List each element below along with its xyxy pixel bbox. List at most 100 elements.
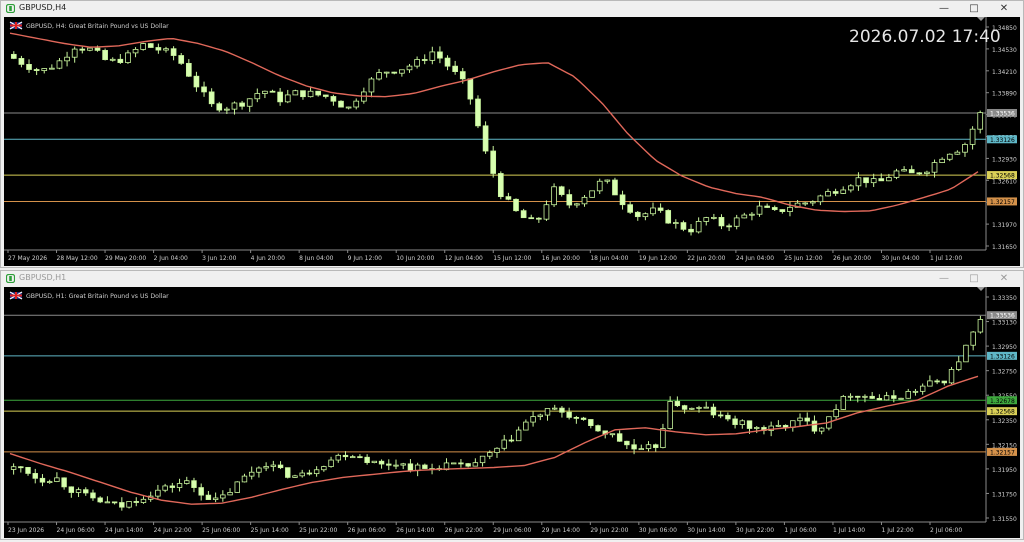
candle bbox=[322, 94, 329, 97]
candle bbox=[191, 480, 197, 488]
candle bbox=[391, 71, 398, 74]
candle bbox=[256, 467, 262, 473]
window-title: GBPUSD,H4 bbox=[19, 3, 67, 12]
candle bbox=[711, 217, 717, 219]
candle bbox=[695, 221, 702, 233]
candle bbox=[818, 427, 825, 432]
candle bbox=[328, 459, 334, 467]
candle bbox=[487, 452, 493, 457]
candle bbox=[338, 100, 344, 108]
candle bbox=[32, 473, 38, 479]
candle bbox=[132, 49, 139, 54]
candle bbox=[931, 162, 938, 173]
moving-average-line bbox=[9, 375, 979, 505]
candle bbox=[631, 444, 637, 450]
candle bbox=[726, 225, 732, 228]
candle bbox=[657, 207, 664, 211]
chart-area[interactable]: 1.348501.345301.342101.338901.335701.332… bbox=[4, 17, 1020, 266]
candle bbox=[596, 180, 603, 192]
window-titlebar[interactable]: GBPUSD,H1 — □ ✕ bbox=[1, 271, 1023, 286]
candle bbox=[193, 75, 200, 88]
price-axis-label: 1.32930 bbox=[992, 156, 1017, 163]
time-axis-label: 16 Jun 20:00 bbox=[542, 255, 580, 262]
maximize-button[interactable]: □ bbox=[961, 271, 987, 286]
candle bbox=[459, 71, 466, 80]
flag-cross bbox=[10, 294, 22, 297]
candle bbox=[927, 380, 933, 387]
candle bbox=[756, 205, 763, 215]
candle bbox=[479, 455, 486, 464]
minimize-button[interactable]: — bbox=[931, 271, 957, 286]
candle bbox=[779, 209, 786, 213]
candle bbox=[969, 128, 976, 145]
candle bbox=[588, 419, 594, 427]
candle bbox=[552, 407, 558, 410]
candle bbox=[665, 210, 672, 224]
symbol-description: GBPUSD, H1: Great Britain Pound vs US Do… bbox=[26, 293, 169, 300]
time-axis-label: 30 Jun 14:00 bbox=[687, 527, 725, 534]
candle bbox=[378, 460, 385, 465]
maximize-button[interactable]: □ bbox=[961, 1, 987, 16]
candle bbox=[25, 467, 31, 474]
price-chart-h4[interactable]: 1.348501.345301.342101.338901.335701.332… bbox=[4, 17, 1020, 266]
candle bbox=[46, 481, 53, 483]
candle bbox=[609, 433, 616, 436]
candle bbox=[703, 217, 710, 222]
time-axis-label: 18 Jun 04:00 bbox=[590, 255, 628, 262]
candle bbox=[523, 421, 529, 431]
close-button[interactable]: ✕ bbox=[991, 271, 1017, 286]
price-chart-h1[interactable]: 1.333501.331301.329501.327501.325501.323… bbox=[4, 287, 1020, 538]
candle bbox=[833, 409, 839, 418]
candle bbox=[696, 407, 702, 409]
candle bbox=[680, 222, 687, 230]
time-axis-label: 10 Jun 20:00 bbox=[396, 255, 434, 262]
time-axis-label: 2 Jul 06:00 bbox=[930, 527, 962, 534]
candle bbox=[689, 407, 695, 410]
candle bbox=[205, 494, 212, 500]
chart-window-h1[interactable]: GBPUSD,H1 — □ ✕ 1.33350 1.33130 1.32950 1.3… bbox=[0, 270, 1024, 540]
candle bbox=[771, 207, 778, 210]
candle bbox=[528, 217, 535, 220]
candle bbox=[393, 464, 399, 467]
candle bbox=[954, 151, 961, 155]
candle bbox=[840, 189, 847, 194]
candle bbox=[437, 51, 443, 59]
candle bbox=[61, 477, 67, 488]
server-clock: 2026.07.02 17:40 bbox=[849, 27, 1001, 47]
candle bbox=[746, 420, 753, 429]
candle bbox=[494, 447, 500, 453]
window-titlebar[interactable]: GBPUSD,H4 — □ ✕ bbox=[1, 1, 1023, 16]
time-axis-label: 27 May 2026 bbox=[8, 255, 47, 262]
candle bbox=[977, 112, 984, 130]
candle bbox=[41, 68, 48, 71]
candle bbox=[163, 48, 169, 51]
candle bbox=[451, 462, 457, 465]
candle bbox=[566, 411, 572, 418]
candle bbox=[422, 464, 428, 469]
chart-app-icon bbox=[6, 4, 15, 13]
candle bbox=[170, 48, 177, 56]
candle bbox=[212, 497, 219, 500]
chart-window-h4[interactable]: GBPUSD,H4 — □ ✕ 1.34850 1.34530 1.34210 1.3… bbox=[0, 0, 1024, 268]
candle bbox=[490, 150, 497, 174]
candle bbox=[102, 49, 108, 61]
close-button[interactable]: ✕ bbox=[991, 1, 1017, 16]
candle bbox=[573, 416, 580, 419]
time-axis-label: 22 Jun 20:00 bbox=[687, 255, 725, 262]
candle bbox=[125, 52, 131, 63]
candle bbox=[946, 153, 953, 160]
candle bbox=[75, 489, 82, 493]
chart-area[interactable]: 1.333501.331301.329501.327501.325501.323… bbox=[4, 287, 1020, 538]
candle bbox=[832, 191, 839, 194]
candle bbox=[94, 47, 101, 51]
candle bbox=[90, 492, 96, 499]
candle bbox=[262, 90, 268, 94]
time-axis-label: 9 Jun 12:00 bbox=[348, 255, 382, 262]
candle bbox=[140, 498, 147, 503]
time-axis-label: 30 Jun 22:00 bbox=[736, 527, 774, 534]
candle bbox=[604, 179, 611, 182]
candle bbox=[307, 90, 314, 98]
candle bbox=[537, 414, 543, 417]
time-axis-label: 25 Jun 12:00 bbox=[784, 255, 822, 262]
minimize-button[interactable]: — bbox=[931, 1, 957, 16]
